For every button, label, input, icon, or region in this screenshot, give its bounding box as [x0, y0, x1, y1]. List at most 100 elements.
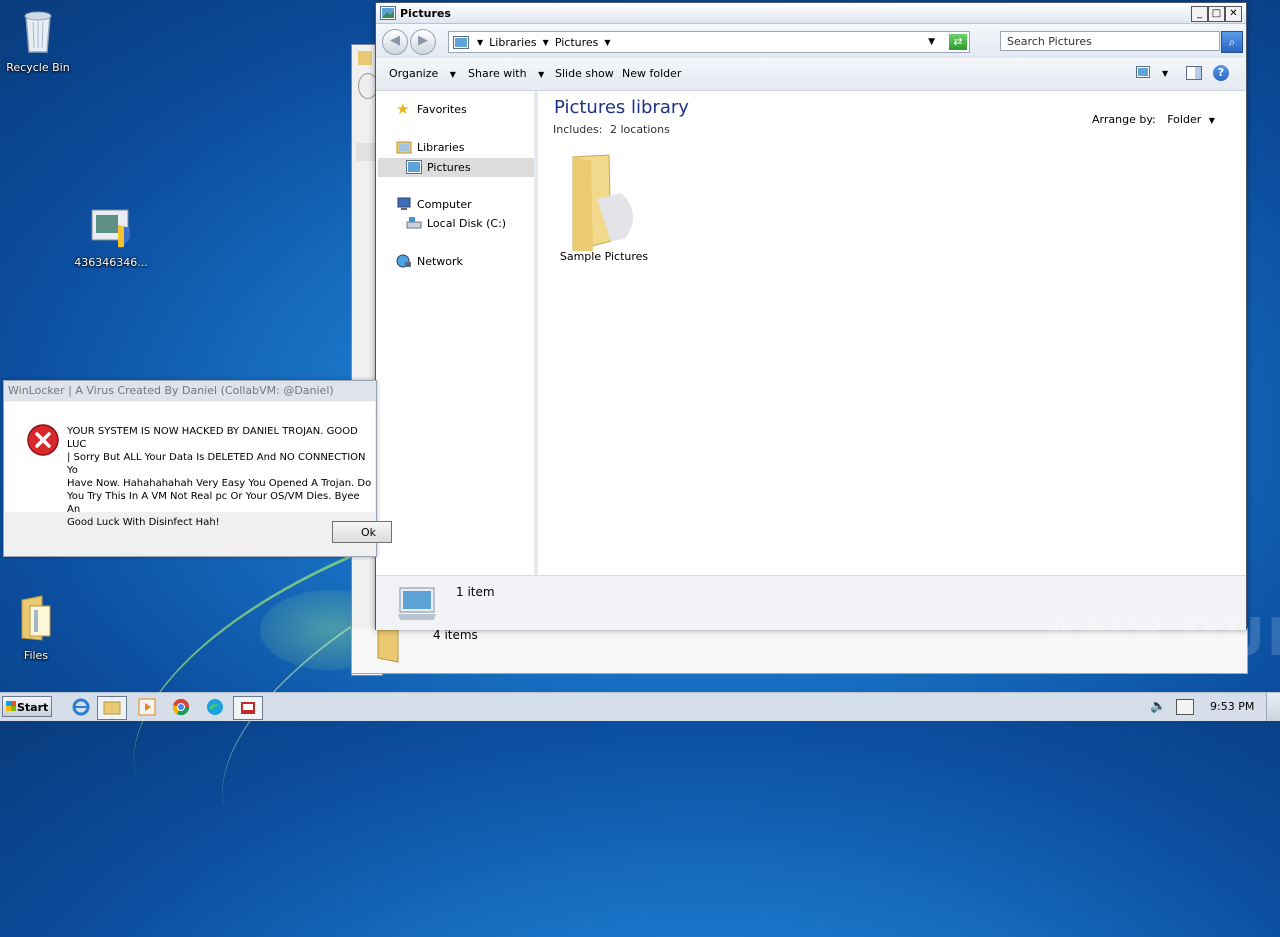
volume-icon[interactable]: 🔈 — [1150, 699, 1166, 714]
change-view-icon[interactable] — [1136, 66, 1150, 81]
pictures-library-icon — [380, 6, 396, 20]
dialog-message: YOUR SYSTEM IS NOW HACKED BY DANIEL TROJ… — [67, 426, 372, 528]
arrange-by-value: Folder — [1167, 113, 1202, 126]
navigation-pane: ★ Favorites Libraries Pictures Computer … — [376, 91, 538, 575]
error-icon — [27, 424, 59, 456]
watermark: ANY.RUN — [1040, 608, 1280, 668]
item-count: 4 items — [433, 628, 478, 642]
ok-button[interactable]: Ok — [332, 521, 392, 543]
dialog-body: YOUR SYSTEM IS NOW HACKED BY DANIEL TROJ… — [5, 402, 375, 528]
desktop-icon-label: Recycle Bin — [6, 61, 70, 74]
internet-explorer-icon[interactable] — [68, 696, 94, 718]
command-bar: Organize ▼ Share with ▼ Slide show New f… — [376, 58, 1246, 91]
share-with-button[interactable]: Share with ▼ — [468, 67, 544, 80]
chevron-down-icon: ▼ — [1208, 116, 1215, 125]
folder-item[interactable]: Sample Pictures — [554, 153, 654, 263]
library-heading: Pictures library — [554, 97, 689, 118]
help-icon[interactable]: ? — [1213, 65, 1229, 81]
chevron-down-icon[interactable]: ▼ — [477, 38, 483, 47]
preview-pane-icon[interactable] — [1186, 66, 1202, 83]
installer-shield-icon — [91, 209, 130, 248]
desktop-icon-label: 436346346... — [74, 256, 148, 269]
slide-show-button[interactable]: Slide show — [555, 67, 614, 80]
chrome-icon[interactable] — [168, 696, 194, 718]
address-bar[interactable]: ▼ Libraries ▼ Pictures ▼ ▼ ⇄ — [448, 31, 970, 53]
media-player-icon[interactable] — [134, 696, 160, 718]
star-icon: ★ — [396, 100, 410, 118]
organize-label: Organize — [389, 67, 439, 80]
nav-label: Computer — [417, 197, 472, 211]
nav-label: Libraries — [417, 140, 465, 154]
winlocker-taskbar-button[interactable] — [233, 696, 263, 720]
edge-icon[interactable] — [202, 696, 228, 718]
includes-locations-link[interactable]: 2 locations — [610, 123, 670, 136]
nav-item-local-disk[interactable]: Local Disk (C:) — [406, 216, 506, 230]
dialog-title: WinLocker | A Virus Created By Daniel (C… — [4, 381, 376, 401]
nav-item-pictures[interactable]: Pictures — [406, 160, 471, 174]
search-input[interactable]: Search Pictures — [1000, 31, 1220, 51]
application-icon — [241, 702, 255, 714]
nav-label: Local Disk (C:) — [427, 216, 507, 230]
desktop-icon-recycle-bin[interactable]: Recycle Bin — [0, 6, 76, 74]
share-with-label: Share with — [468, 67, 527, 80]
chevron-down-icon[interactable]: ▼ — [543, 38, 549, 47]
folder-icon — [377, 629, 399, 663]
refresh-icon[interactable]: ⇄ — [949, 34, 967, 50]
folder-icon — [572, 154, 634, 252]
nav-item-libraries[interactable]: Libraries — [396, 140, 465, 154]
explorer-window[interactable]: Pictures _ □ ✕ ◀ ▶ ▼ Libraries ▼ Picture… — [375, 2, 1247, 630]
arrange-by: Arrange by: Folder ▼ — [1092, 113, 1215, 126]
includes-label: Includes: — [553, 123, 603, 136]
arrange-by-dropdown[interactable]: Folder ▼ — [1167, 113, 1215, 126]
recycle-bin-icon — [24, 11, 52, 53]
pictures-library-icon — [398, 587, 436, 620]
nav-label: Favorites — [417, 102, 467, 116]
item-count: 1 item — [456, 585, 495, 599]
new-folder-button[interactable]: New folder — [622, 67, 681, 80]
view-options-dropdown[interactable]: ▼ — [1162, 69, 1168, 78]
chevron-down-icon[interactable]: ▼ — [604, 38, 610, 47]
close-button[interactable]: ✕ — [1225, 6, 1242, 22]
breadcrumb-libraries[interactable]: Libraries — [489, 36, 537, 49]
start-button[interactable]: Start — [2, 696, 52, 717]
chevron-down-icon: ▼ — [538, 70, 545, 79]
forward-button[interactable]: ▶ — [410, 29, 436, 55]
pictures-library-icon — [453, 35, 469, 49]
nav-item-computer[interactable]: Computer — [396, 197, 472, 211]
windows-logo-icon — [6, 701, 16, 711]
breadcrumb-pictures[interactable]: Pictures — [555, 36, 599, 49]
chevron-down-icon: ▼ — [449, 70, 456, 79]
folder-label: Sample Pictures — [559, 250, 649, 263]
nav-item-favorites[interactable]: ★ Favorites — [396, 100, 467, 118]
library-includes: Includes: 2 locations — [553, 123, 670, 136]
address-row: ◀ ▶ ▼ Libraries ▼ Pictures ▼ ▼ ⇄ Search … — [376, 24, 1246, 58]
title-bar[interactable]: Pictures — [376, 3, 1246, 24]
file-explorer-taskbar-button[interactable] — [97, 696, 127, 720]
desktop-icon-installer[interactable]: 436346346... — [73, 207, 149, 269]
organize-button[interactable]: Organize ▼ — [389, 67, 456, 80]
nav-item-network[interactable]: Network — [396, 254, 463, 268]
computer-icon — [397, 197, 411, 210]
folder-icon — [103, 701, 121, 715]
minimize-button[interactable]: _ — [1191, 6, 1208, 22]
address-history-dropdown[interactable]: ▼ — [928, 37, 935, 47]
search-icon[interactable]: ⌕ — [1221, 31, 1243, 53]
clock[interactable]: 9:53 PM — [1210, 700, 1254, 713]
folder-icon — [21, 595, 51, 641]
start-label: Start — [17, 701, 49, 714]
show-desktop-button[interactable] — [1266, 693, 1280, 721]
network-status-icon[interactable] — [1176, 699, 1194, 715]
desktop-icon-label: Files — [23, 649, 49, 662]
libraries-icon — [396, 141, 412, 154]
network-icon — [396, 254, 411, 268]
nav-label: Pictures — [427, 160, 471, 174]
pictures-library-icon — [406, 160, 422, 174]
desktop-icon-files[interactable]: Files — [0, 594, 74, 662]
back-button[interactable]: ◀ — [382, 29, 408, 55]
content-pane: Pictures library Includes: 2 locations A… — [538, 91, 1246, 575]
maximize-button[interactable]: □ — [1208, 6, 1225, 22]
window-title: Pictures — [400, 6, 451, 20]
arrange-by-label: Arrange by: — [1092, 113, 1156, 126]
taskbar: Start 🔈 9:53 PM — [0, 692, 1280, 721]
message-dialog[interactable]: WinLocker | A Virus Created By Daniel (C… — [3, 380, 392, 557]
